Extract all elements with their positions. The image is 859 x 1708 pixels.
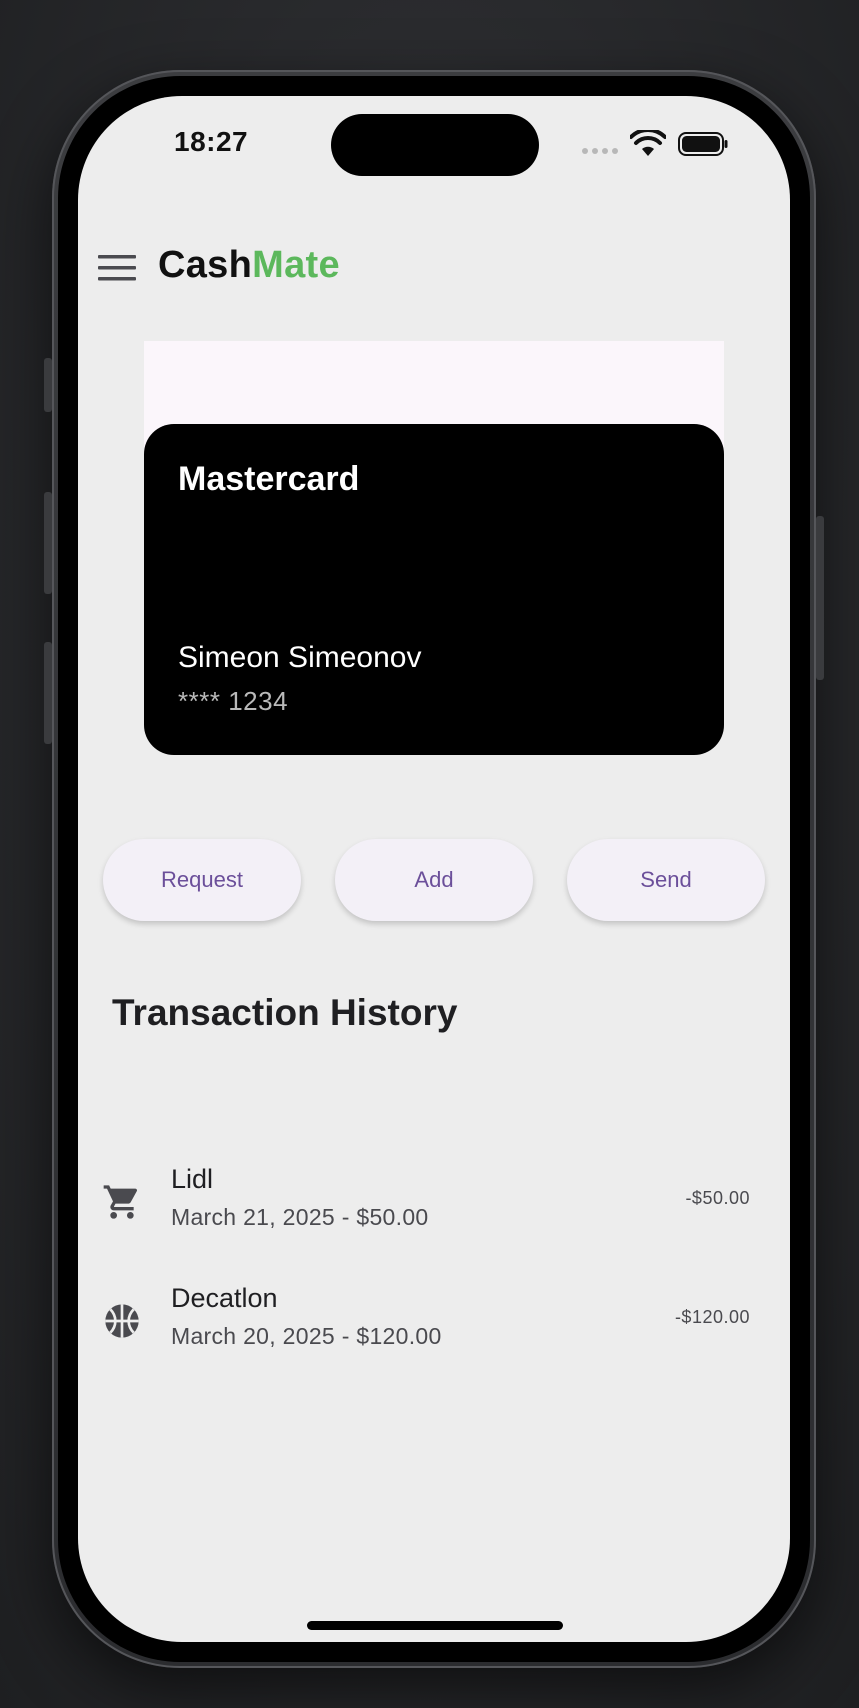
card-holder-name: Simeon Simeonov <box>178 641 422 674</box>
request-button[interactable]: Request <box>103 839 301 921</box>
app-title-mate: Mate <box>252 244 340 286</box>
wifi-icon <box>630 130 666 156</box>
silent-switch <box>44 358 52 412</box>
status-time: 18:27 <box>174 126 249 157</box>
transaction-history-title: Transaction History <box>112 992 458 1033</box>
app-title: CashMate <box>158 244 340 287</box>
send-button[interactable]: Send <box>567 839 765 921</box>
card-brand: Mastercard <box>178 460 360 498</box>
app-title-cash: Cash <box>158 244 253 286</box>
volume-down-button <box>44 642 52 744</box>
payment-card[interactable]: Mastercard Simeon Simeonov **** 1234 <box>144 424 724 755</box>
volume-up-button <box>44 492 52 594</box>
transaction-row[interactable]: Lidl March 21, 2025 - $50.00 -$50.00 <box>78 1164 790 1254</box>
power-button <box>816 516 824 680</box>
battery-icon <box>678 132 728 156</box>
transaction-title: Decatlon <box>171 1283 278 1313</box>
transaction-subtitle: March 21, 2025 - $50.00 <box>171 1204 429 1230</box>
card-number: **** 1234 <box>178 686 289 716</box>
hamburger-menu-icon[interactable] <box>98 254 136 282</box>
app-screen: 18:27 CashMate Mastercard Simeon Simeono… <box>78 96 790 1642</box>
basketball-icon <box>105 1304 139 1338</box>
dynamic-island <box>331 114 539 176</box>
transaction-row[interactable]: Decatlon March 20, 2025 - $120.00 -$120.… <box>78 1283 790 1373</box>
transaction-amount: -$50.00 <box>685 1188 750 1208</box>
shopping-cart-icon <box>103 1185 138 1219</box>
transaction-title: Lidl <box>171 1164 214 1194</box>
transaction-amount: -$120.00 <box>674 1307 750 1327</box>
cellular-signal-icon <box>582 148 618 154</box>
add-button[interactable]: Add <box>335 839 533 921</box>
home-indicator[interactable] <box>307 1621 563 1630</box>
transaction-subtitle: March 20, 2025 - $120.00 <box>171 1323 442 1349</box>
